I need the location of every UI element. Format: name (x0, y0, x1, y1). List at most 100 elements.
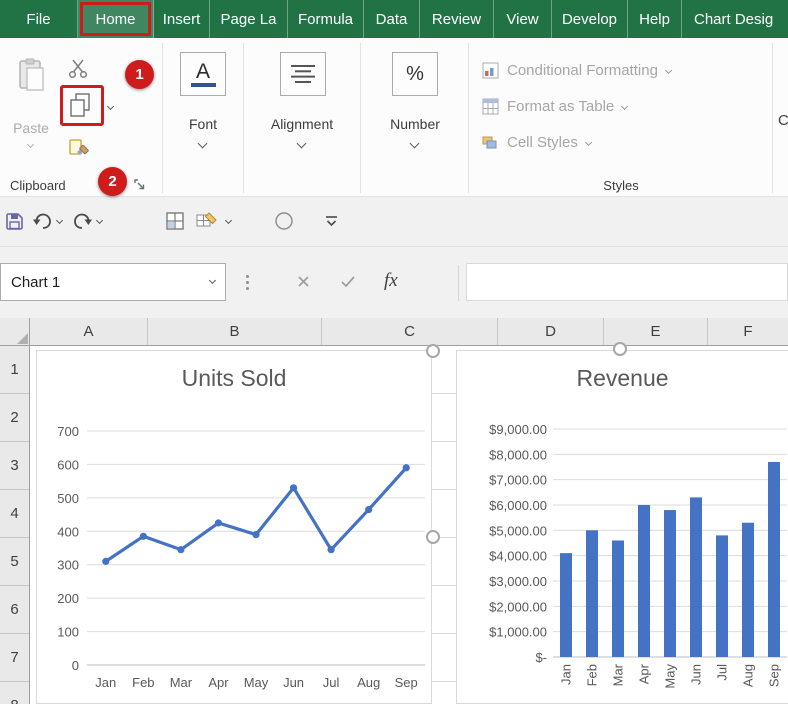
svg-text:$3,000.00: $3,000.00 (489, 574, 547, 589)
conditional-formatting-chevron (665, 67, 672, 74)
conditional-formatting-label: Conditional Formatting (507, 62, 658, 79)
tab-home[interactable]: Home (78, 0, 154, 38)
cut-button[interactable] (68, 58, 88, 84)
name-box-resize-handle[interactable] (246, 275, 249, 278)
undo-dropdown-chevron[interactable] (56, 217, 63, 224)
svg-text:300: 300 (57, 558, 79, 573)
grid-lines (432, 346, 456, 704)
svg-text:Mar: Mar (611, 663, 626, 686)
format-as-table-chevron (621, 103, 628, 110)
svg-text:600: 600 (57, 457, 79, 472)
conditional-formatting-button[interactable]: Conditional Formatting (482, 62, 671, 79)
column-header-a[interactable]: A (30, 318, 148, 345)
number-group-button[interactable]: % (392, 52, 438, 96)
tab-formulas[interactable]: Formula (288, 0, 364, 38)
redo-button[interactable] (72, 212, 93, 235)
font-group-button[interactable]: A (180, 52, 226, 96)
number-group-chevron[interactable] (410, 139, 420, 149)
svg-text:$1,000.00: $1,000.00 (489, 625, 547, 640)
tab-help[interactable]: Help (628, 0, 682, 38)
oval-shape-button[interactable] (274, 211, 294, 236)
font-group-chevron[interactable] (198, 139, 208, 149)
copy-dropdown-chevron[interactable] (107, 103, 114, 110)
cell-styles-button[interactable]: Cell Styles (482, 134, 591, 151)
paste-label: Paste (4, 120, 58, 136)
alignment-group-button[interactable] (280, 52, 326, 96)
font-color-bar-icon (191, 83, 216, 87)
name-box-chevron[interactable] (209, 277, 216, 284)
row-header-4[interactable]: 4 (0, 490, 29, 538)
svg-text:Apr: Apr (637, 663, 652, 684)
tab-developer[interactable]: Develop (552, 0, 628, 38)
svg-text:Apr: Apr (208, 675, 229, 690)
row-header-3[interactable]: 3 (0, 442, 29, 490)
draw-table-button[interactable] (196, 212, 218, 235)
column-header-b[interactable]: B (148, 318, 322, 345)
insert-function-button[interactable]: fx (384, 270, 398, 292)
svg-text:$4,000.00: $4,000.00 (489, 549, 547, 564)
cell-styles-label: Cell Styles (507, 134, 578, 151)
row-header-8[interactable]: 8 (0, 682, 29, 704)
row-header-5[interactable]: 5 (0, 538, 29, 586)
copy-button[interactable] (68, 92, 92, 123)
row-header-6[interactable]: 6 (0, 586, 29, 634)
group-separator (772, 43, 773, 193)
select-all-corner[interactable] (0, 318, 30, 345)
format-painter-button[interactable] (68, 138, 90, 165)
name-box[interactable]: Chart 1 (0, 263, 226, 301)
x-icon (296, 274, 311, 289)
svg-text:$5,000.00: $5,000.00 (489, 523, 547, 538)
cancel-entry-button[interactable] (296, 274, 311, 294)
svg-text:May: May (244, 675, 269, 690)
tab-data[interactable]: Data (364, 0, 420, 38)
undo-button[interactable] (32, 212, 53, 235)
draw-table-dropdown-chevron[interactable] (225, 217, 232, 224)
revenue-chart[interactable]: Revenue $-$1,000.00$2,000.00$3,000.00$4,… (456, 350, 788, 704)
tab-chart-design[interactable]: Chart Desig (682, 0, 788, 38)
column-header-e[interactable]: E (604, 318, 708, 345)
formula-bar-row: Chart 1 fx (0, 247, 788, 318)
paste-dropdown-chevron (27, 141, 34, 148)
dialog-launcher-icon (134, 179, 146, 191)
row-header-2[interactable]: 2 (0, 394, 29, 442)
number-group-label: Number (361, 116, 469, 132)
svg-text:Aug: Aug (741, 664, 756, 687)
chart-selection-handle-top-right[interactable] (426, 344, 440, 358)
units-sold-chart[interactable]: Units Sold 0100200300400500600700JanFebM… (36, 350, 432, 704)
save-button[interactable] (5, 212, 24, 236)
formula-bar-input[interactable] (466, 263, 788, 301)
units-sold-plot: 0100200300400500600700JanFebMarAprMayJun… (37, 351, 431, 703)
row-header-7[interactable]: 7 (0, 634, 29, 682)
column-header-d[interactable]: D (498, 318, 604, 345)
cell-styles-chevron (585, 139, 592, 146)
tab-file[interactable]: File (0, 0, 78, 38)
tab-insert[interactable]: Insert (154, 0, 210, 38)
redo-dropdown-chevron[interactable] (96, 217, 103, 224)
conditional-formatting-icon (482, 62, 499, 79)
chart-selection-handle-middle-right[interactable] (426, 530, 440, 544)
enter-entry-button[interactable] (340, 274, 356, 294)
tab-page-layout[interactable]: Page La (210, 0, 288, 38)
tab-view[interactable]: View (494, 0, 552, 38)
column-header-c[interactable]: C (322, 318, 498, 345)
excel-window: File Home Insert Page La Formula Data Re… (0, 0, 788, 704)
svg-text:200: 200 (57, 591, 79, 606)
row-header-1[interactable]: 1 (0, 346, 29, 394)
customize-qat-button[interactable] (324, 215, 339, 233)
row-header-column: 1 2 3 4 5 6 7 8 (0, 346, 30, 704)
name-box-value: Chart 1 (11, 274, 60, 291)
copy-icon (68, 92, 92, 118)
clipboard-dialog-launcher[interactable] (134, 178, 146, 196)
svg-text:Sep: Sep (395, 675, 418, 690)
tab-review[interactable]: Review (420, 0, 494, 38)
alignment-lines-icon (289, 63, 317, 85)
paste-button[interactable]: Paste (4, 46, 58, 160)
cut-off-group-label: C (778, 112, 788, 129)
ribbon: Paste 1 2 (0, 38, 788, 197)
view-gridlines-button[interactable] (166, 212, 184, 235)
format-as-table-button[interactable]: Format as Table (482, 98, 627, 115)
svg-text:500: 500 (57, 491, 79, 506)
column-header-f[interactable]: F (708, 318, 788, 345)
alignment-group-chevron[interactable] (297, 139, 307, 149)
chart-selection-handle-top-center[interactable] (613, 342, 627, 356)
